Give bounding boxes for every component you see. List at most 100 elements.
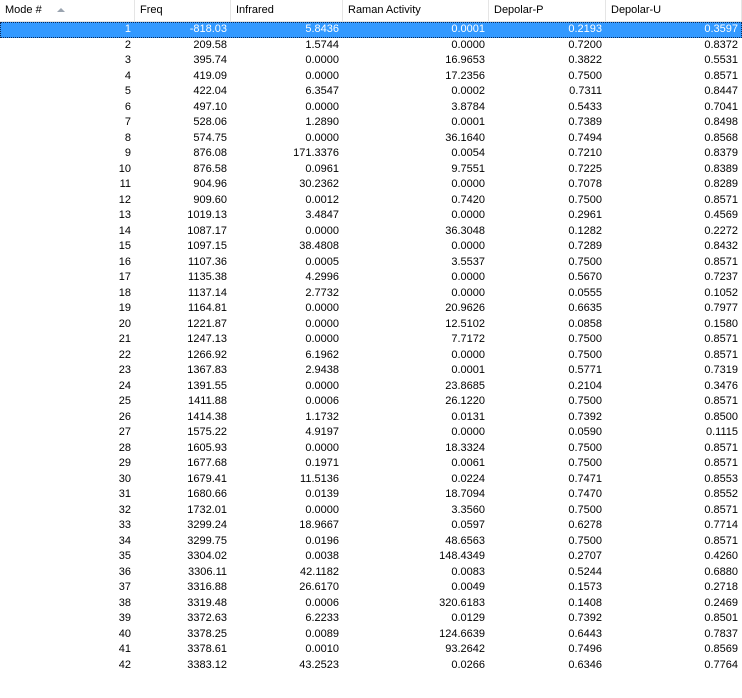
cell-depolar-u: 0.8571 <box>704 193 738 206</box>
table-row[interactable]: 34 3299.75 0.0196 48.6563 0.7500 0.8571 <box>0 534 742 550</box>
cell-freq: 1135.38 <box>188 271 227 283</box>
cell-raman-activity: 0.7420 <box>451 193 485 206</box>
sort-ascending-icon <box>57 8 65 12</box>
cell-infrared: 5.8436 <box>305 23 339 35</box>
table-row[interactable]: 29 1677.68 0.1971 0.0061 0.7500 0.8571 <box>0 456 742 472</box>
table-row[interactable]: 17 1135.38 4.2996 0.0000 0.5670 0.7237 <box>0 270 742 286</box>
table-row[interactable]: 12 909.60 0.0012 0.7420 0.7500 0.8571 <box>0 193 742 209</box>
column-header-depolar-u[interactable]: Depolar-U <box>606 0 742 21</box>
column-header-infrared[interactable]: Infrared <box>231 0 343 21</box>
cell-mode: 37 <box>118 581 131 593</box>
table-row[interactable]: 2 209.58 1.5744 0.0000 0.7200 0.8372 <box>0 38 742 54</box>
table-body: 1 -818.03 5.8436 0.0001 0.2193 0.3597 2 209.58 1… <box>0 22 742 673</box>
table-row[interactable]: 40 3378.25 0.0089 124.6639 0.6443 0.7837 <box>0 627 742 643</box>
table-row[interactable]: 4 419.09 0.0000 17.2356 0.7500 0.8571 <box>0 69 742 85</box>
cell-depolar-p: 0.7494 <box>568 131 602 144</box>
table-row[interactable]: 36 3306.11 42.1182 0.0083 0.5244 0.6880 <box>0 565 742 581</box>
cell-raman-activity: 0.0000 <box>451 38 485 51</box>
table-row[interactable]: 38 3319.48 0.0006 320.6183 0.1408 0.2469 <box>0 596 742 612</box>
table-row[interactable]: 23 1367.83 2.9438 0.0001 0.5771 0.7319 <box>0 363 742 379</box>
table-row[interactable]: 1 -818.03 5.8436 0.0001 0.2193 0.3597 <box>0 22 742 38</box>
cell-infrared: 6.3547 <box>305 85 339 97</box>
cell-mode: 7 <box>124 116 131 128</box>
cell-depolar-u: 0.7237 <box>704 271 738 283</box>
column-header-label: Freq <box>140 4 163 16</box>
cell-mode: 21 <box>118 333 131 345</box>
table-row[interactable]: 41 3378.61 0.0010 93.2642 0.7496 0.8569 <box>0 642 742 658</box>
cell-freq: 1575.22 <box>187 426 227 438</box>
cell-raman-activity: 18.7094 <box>445 488 485 500</box>
table-row[interactable]: 14 1087.17 0.0000 36.3048 0.1282 0.2272 <box>0 224 742 240</box>
cell-depolar-p: 0.0858 <box>568 317 602 330</box>
cell-mode: 22 <box>118 348 131 361</box>
cell-infrared: 0.0006 <box>305 395 339 407</box>
cell-freq: 528.06 <box>193 116 227 128</box>
table-row[interactable]: 13 1019.13 3.4847 0.0000 0.2961 0.4569 <box>0 208 742 224</box>
cell-raman-activity: 3.3560 <box>451 503 485 516</box>
cell-freq: 909.60 <box>193 193 227 206</box>
cell-depolar-u: 0.5531 <box>704 54 738 66</box>
table-row[interactable]: 21 1247.13 0.0000 7.7172 0.7500 0.8571 <box>0 332 742 348</box>
cell-freq: 1680.66 <box>187 488 227 500</box>
cell-depolar-p: 0.7500 <box>568 255 602 268</box>
table-row[interactable]: 10 876.58 0.0961 9.7551 0.7225 0.8389 <box>0 162 742 178</box>
table-row[interactable]: 30 1679.41 11.5136 0.0224 0.7471 0.8553 <box>0 472 742 488</box>
column-header-depolar-p[interactable]: Depolar-P <box>489 0 606 21</box>
column-header-freq[interactable]: Freq <box>135 0 231 21</box>
table-row[interactable]: 15 1097.15 38.4808 0.0000 0.7289 0.8432 <box>0 239 742 255</box>
column-header-raman-activity[interactable]: Raman Activity <box>343 0 489 21</box>
cell-freq: 3316.88 <box>187 581 227 593</box>
table-row[interactable]: 18 1137.14 2.7732 0.0000 0.0555 0.1052 <box>0 286 742 302</box>
table-row[interactable]: 31 1680.66 0.0139 18.7094 0.7470 0.8552 <box>0 487 742 503</box>
table-row[interactable]: 11 904.96 30.2362 0.0000 0.7078 0.8289 <box>0 177 742 193</box>
table-row[interactable]: 33 3299.24 18.9667 0.0597 0.6278 0.7714 <box>0 518 742 534</box>
table-row[interactable]: 8 574.75 0.0000 36.1640 0.7494 0.8568 <box>0 131 742 147</box>
cell-raman-activity: 36.3048 <box>445 224 485 237</box>
cell-mode: 40 <box>118 627 131 640</box>
cell-mode: 32 <box>118 503 131 516</box>
cell-mode: 5 <box>124 85 131 97</box>
table-row[interactable]: 5 422.04 6.3547 0.0002 0.7311 0.8447 <box>0 84 742 100</box>
cell-infrared: 1.2890 <box>305 116 339 128</box>
vibrational-modes-table: Mode # Freq Infrared Raman Activity Depo… <box>0 0 742 698</box>
table-row[interactable]: 6 497.10 0.0000 3.8784 0.5433 0.7041 <box>0 100 742 116</box>
cell-depolar-p: 0.7200 <box>568 38 602 51</box>
table-row[interactable]: 16 1107.36 0.0005 3.5537 0.7500 0.8571 <box>0 255 742 271</box>
table-row[interactable]: 39 3372.63 6.2233 0.0129 0.7392 0.8501 <box>0 611 742 627</box>
cell-raman-activity: 9.7551 <box>451 162 485 175</box>
table-row[interactable]: 32 1732.01 0.0000 3.3560 0.7500 0.8571 <box>0 503 742 519</box>
cell-infrared: 0.1971 <box>305 457 339 469</box>
cell-raman-activity: 0.0061 <box>451 457 485 469</box>
table-row[interactable]: 35 3304.02 0.0038 148.4349 0.2707 0.4260 <box>0 549 742 565</box>
table-row[interactable]: 3 395.74 0.0000 16.9653 0.3822 0.5531 <box>0 53 742 69</box>
table-row[interactable]: 27 1575.22 4.9197 0.0000 0.0590 0.1115 <box>0 425 742 441</box>
cell-infrared: 0.0000 <box>305 54 339 66</box>
cell-mode: 13 <box>118 209 131 221</box>
cell-freq: 1679.41 <box>187 472 227 485</box>
table-row[interactable]: 9 876.08 171.3376 0.0054 0.7210 0.8379 <box>0 146 742 162</box>
table-row[interactable]: 25 1411.88 0.0006 26.1220 0.7500 0.8571 <box>0 394 742 410</box>
table-row[interactable]: 7 528.06 1.2890 0.0001 0.7389 0.8498 <box>0 115 742 131</box>
cell-depolar-u: 0.7764 <box>704 658 738 671</box>
table-row[interactable]: 26 1414.38 1.1732 0.0131 0.7392 0.8500 <box>0 410 742 426</box>
table-row[interactable]: 42 3383.12 43.2523 0.0266 0.6346 0.7764 <box>0 658 742 674</box>
table-row[interactable]: 22 1266.92 6.1962 0.0000 0.7500 0.8571 <box>0 348 742 364</box>
cell-depolar-p: 0.2104 <box>568 379 602 392</box>
cell-infrared: 0.0000 <box>305 441 339 454</box>
cell-freq: 419.09 <box>193 69 227 82</box>
cell-depolar-p: 0.7500 <box>568 395 602 407</box>
table-row[interactable]: 20 1221.87 0.0000 12.5102 0.0858 0.1580 <box>0 317 742 333</box>
cell-infrared: 0.0139 <box>305 488 339 500</box>
cell-freq: 1107.36 <box>188 255 227 268</box>
table-row[interactable]: 28 1605.93 0.0000 18.3324 0.7500 0.8571 <box>0 441 742 457</box>
table-row[interactable]: 19 1164.81 0.0000 20.9626 0.6635 0.7977 <box>0 301 742 317</box>
column-header-mode[interactable]: Mode # <box>0 0 135 21</box>
cell-depolar-p: 0.7500 <box>568 457 602 469</box>
table-row[interactable]: 37 3316.88 26.6170 0.0049 0.1573 0.2718 <box>0 580 742 596</box>
cell-depolar-p: 0.3822 <box>568 54 602 66</box>
cell-depolar-p: 0.7078 <box>568 178 602 190</box>
cell-mode: 42 <box>118 658 131 671</box>
cell-freq: 395.74 <box>193 54 227 66</box>
table-row[interactable]: 24 1391.55 0.0000 23.8685 0.2104 0.3476 <box>0 379 742 395</box>
cell-freq: 1732.01 <box>187 503 227 516</box>
